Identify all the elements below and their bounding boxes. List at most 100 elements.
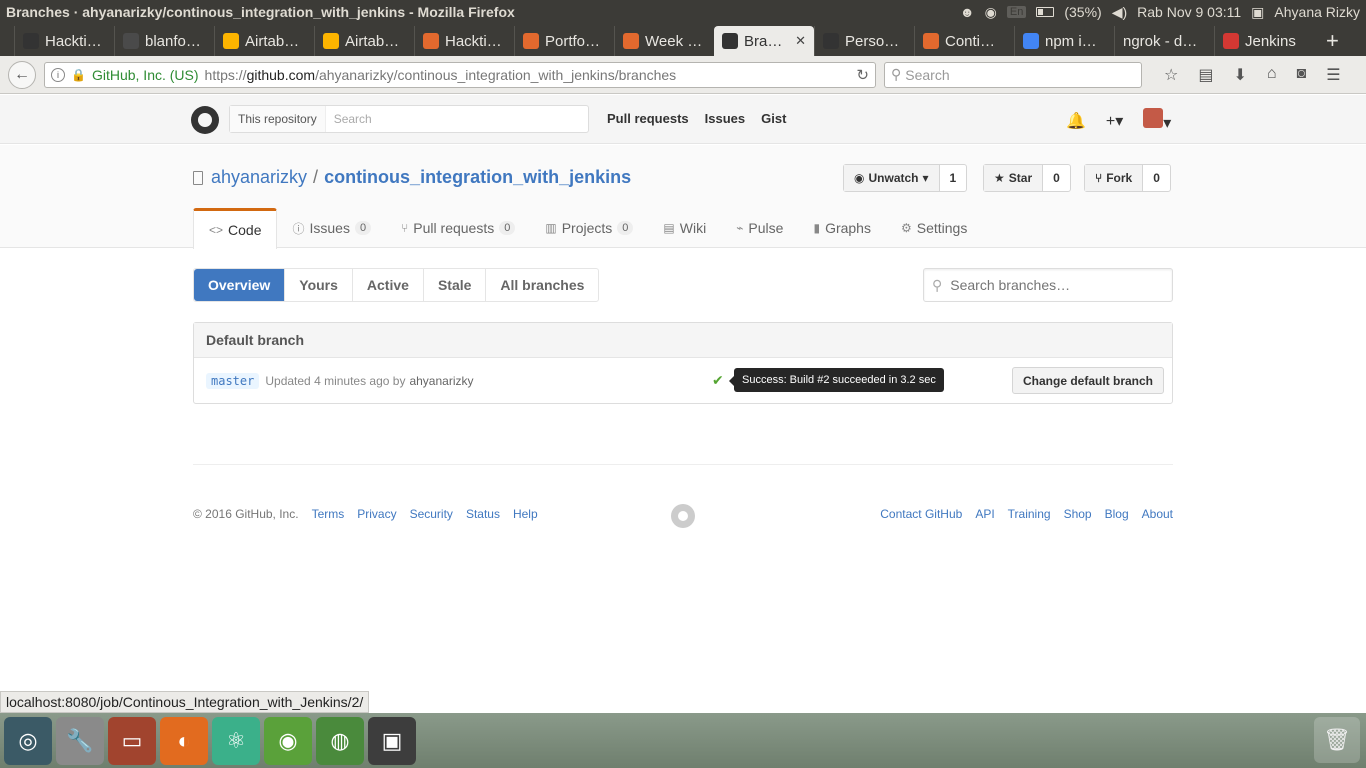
- files-icon[interactable]: ▭: [108, 716, 156, 765]
- user-name[interactable]: Ahyana Rizky: [1274, 4, 1360, 20]
- browser-tab[interactable]: blanfo…: [114, 26, 214, 56]
- url-bar[interactable]: i 🔒 GitHub, Inc. (US) https://github.com…: [44, 61, 876, 88]
- hamburger-menu-icon[interactable]: ☰: [1326, 65, 1340, 85]
- notification-icon[interactable]: ☻: [960, 4, 975, 20]
- firefox-icon[interactable]: ◐: [160, 716, 208, 765]
- browser-tab[interactable]: Airtab…: [314, 26, 414, 56]
- branch-search-input[interactable]: [950, 277, 1151, 293]
- close-tab-icon[interactable]: ✕: [795, 33, 806, 49]
- android-icon[interactable]: ◉: [264, 716, 312, 765]
- browser-tab[interactable]: Bra… ✕: [714, 26, 814, 56]
- browser-tab[interactable]: Portfo…: [514, 26, 614, 56]
- new-tab-button[interactable]: +: [1314, 26, 1351, 56]
- repo-nav-projects[interactable]: ▥ Projects 0: [530, 208, 648, 248]
- header-link-issues[interactable]: Issues: [705, 111, 745, 126]
- repo-nav-pull-requests[interactable]: ⑂ Pull requests 0: [386, 208, 530, 248]
- browser-tab[interactable]: Airtab…: [214, 26, 314, 56]
- branch-tab-stale[interactable]: Stale: [424, 269, 487, 301]
- wiki-icon: ▤: [663, 221, 675, 235]
- github-logo-icon[interactable]: [191, 106, 219, 134]
- footer-link-terms[interactable]: Terms: [312, 507, 345, 521]
- footer-link-api[interactable]: API: [975, 507, 994, 521]
- browser-tab[interactable]: Conti…: [914, 26, 1014, 56]
- bell-icon[interactable]: 🔔: [1066, 111, 1086, 131]
- clock[interactable]: Rab Nov 9 03:11: [1137, 4, 1241, 20]
- fork-button[interactable]: ⑂ Fork: [1085, 165, 1144, 191]
- footer-link-shop[interactable]: Shop: [1064, 507, 1092, 521]
- browser-tab[interactable]: Perso…: [814, 26, 914, 56]
- airtable-icon: [323, 33, 339, 49]
- footer-github-logo-icon[interactable]: [671, 504, 695, 528]
- home-icon[interactable]: ⌂: [1267, 65, 1277, 85]
- wifi-icon[interactable]: ◉: [985, 4, 997, 21]
- repo-owner-link[interactable]: ahyanarizky: [211, 167, 307, 188]
- browser-tab[interactable]: Jenkins: [1214, 26, 1314, 56]
- plus-dropdown-icon[interactable]: +▾: [1106, 111, 1123, 131]
- branch-author-link[interactable]: ahyanarizky: [409, 374, 473, 388]
- reader-list-icon[interactable]: ▤: [1198, 65, 1213, 85]
- avatar-dropdown[interactable]: ▾: [1143, 108, 1171, 133]
- change-default-branch-button[interactable]: Change default branch: [1011, 367, 1164, 394]
- branch-tab-active[interactable]: Active: [353, 269, 424, 301]
- back-button[interactable]: ←: [8, 60, 36, 89]
- pocket-icon[interactable]: ◙: [1297, 65, 1307, 85]
- star-count[interactable]: 0: [1043, 165, 1070, 191]
- browser-tab[interactable]: ngrok - d…: [1114, 26, 1214, 56]
- watch-count[interactable]: 1: [940, 165, 967, 191]
- info-icon[interactable]: i: [51, 67, 65, 82]
- screen-lock-icon[interactable]: ▣: [368, 716, 416, 765]
- footer-link-help[interactable]: Help: [513, 507, 538, 521]
- projects-icon: ▥: [545, 221, 557, 235]
- pulse-icon: ⌁: [736, 221, 744, 235]
- repo-nav-wiki[interactable]: ▤ Wiki: [648, 208, 721, 248]
- branch-tab-yours[interactable]: Yours: [285, 269, 353, 301]
- downloads-icon[interactable]: ⬇: [1233, 65, 1246, 85]
- trash-icon[interactable]: 🗑: [1314, 717, 1360, 763]
- footer-link-blog[interactable]: Blog: [1105, 507, 1129, 521]
- browser-tab[interactable]: Week …: [614, 26, 714, 56]
- battery-icon[interactable]: [1036, 7, 1055, 17]
- header-link-pull-requests[interactable]: Pull requests: [607, 111, 689, 126]
- system-settings-icon[interactable]: 🔧: [56, 716, 104, 765]
- branch-tab-overview[interactable]: Overview: [194, 269, 286, 301]
- repo-nav-issues[interactable]: ⓘ Issues 0: [277, 208, 386, 248]
- github-icon: [23, 33, 39, 49]
- repo-nav-code[interactable]: <> Code: [193, 208, 278, 249]
- fork-count[interactable]: 0: [1143, 165, 1170, 191]
- repo-search[interactable]: This repository Search: [229, 105, 589, 133]
- star-button[interactable]: ★ Star: [984, 165, 1044, 191]
- browser-tab[interactable]: Hackti…: [14, 26, 114, 56]
- repo-nav-pulse[interactable]: ⌁ Pulse: [721, 208, 798, 248]
- unwatch-button[interactable]: ◉ Unwatch ▾: [844, 165, 940, 191]
- browser-tab[interactable]: Hackti…: [414, 26, 514, 56]
- bookmark-star-icon[interactable]: ☆: [1164, 65, 1178, 85]
- browser-tab[interactable]: npm i…: [1014, 26, 1114, 56]
- site-identity[interactable]: GitHub, Inc. (US): [92, 67, 199, 83]
- repo-name-link[interactable]: continous_integration_with_jenkins: [324, 167, 631, 188]
- check-icon[interactable]: ✔: [712, 372, 724, 389]
- volume-icon[interactable]: ◀): [1112, 4, 1127, 21]
- fork-group: ⑂ Fork 0: [1084, 164, 1171, 192]
- keyboard-layout[interactable]: En: [1006, 6, 1027, 18]
- footer-link-contact[interactable]: Contact GitHub: [880, 507, 962, 521]
- footer-link-about[interactable]: About: [1142, 507, 1173, 521]
- footer-link-security[interactable]: Security: [410, 507, 453, 521]
- branch-tab-all-branches[interactable]: All branches: [486, 269, 598, 301]
- branch-name-link[interactable]: master: [206, 372, 260, 389]
- atom-icon[interactable]: ⚛: [212, 716, 260, 765]
- repo-nav-graphs[interactable]: ▮ Graphs: [798, 208, 886, 248]
- footer-link-status[interactable]: Status: [466, 507, 500, 521]
- header-search-input[interactable]: Search: [326, 112, 372, 126]
- url-text[interactable]: https://github.com/ahyanarizky/continous…: [205, 67, 851, 83]
- reload-icon[interactable]: ↻: [856, 66, 869, 84]
- browser-search-box[interactable]: ⚲ Search: [884, 61, 1142, 88]
- repo-nav-counter: 0: [617, 221, 634, 235]
- branch-search[interactable]: ⚲: [923, 268, 1173, 302]
- chrome-icon[interactable]: ◍: [316, 716, 364, 765]
- ubuntu-dash-icon[interactable]: ◎: [4, 716, 52, 765]
- footer-link-training[interactable]: Training: [1008, 507, 1051, 521]
- footer-link-privacy[interactable]: Privacy: [357, 507, 396, 521]
- repo-nav-settings[interactable]: ⚙ Settings: [886, 208, 982, 248]
- header-link-gist[interactable]: Gist: [761, 111, 786, 126]
- user-icon[interactable]: ▣: [1251, 4, 1264, 21]
